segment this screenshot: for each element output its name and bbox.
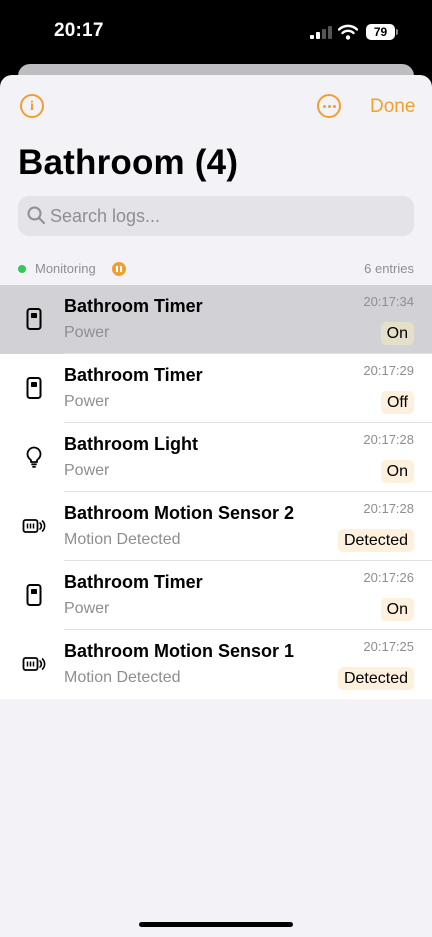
value-badge: On — [380, 322, 414, 345]
timer-switch-icon — [22, 307, 46, 331]
status-bar: 20:17 79 — [0, 0, 432, 62]
info-button[interactable]: i — [20, 94, 44, 118]
value-badge: Detected — [337, 667, 414, 690]
value-badge: Detected — [337, 529, 414, 552]
lightbulb-icon — [22, 445, 46, 469]
search-icon — [27, 206, 45, 224]
log-row[interactable]: Bathroom Timer 20:17:29 Power Off — [0, 354, 432, 423]
log-list: Bathroom Timer 20:17:34 Power On Bathroo… — [0, 285, 432, 699]
monitoring-label: Monitoring — [35, 261, 96, 276]
characteristic-label: Power — [64, 393, 110, 410]
device-name: Bathroom Light — [64, 434, 198, 454]
log-row[interactable]: Bathroom Timer 20:17:26 Power On — [0, 561, 432, 630]
timestamp: 20:17:28 — [363, 432, 414, 447]
page-title: Bathroom (4) — [18, 143, 239, 182]
log-row[interactable]: Bathroom Light 20:17:28 Power On — [0, 423, 432, 492]
device-name: Bathroom Timer — [64, 572, 203, 592]
timer-switch-icon — [22, 583, 46, 607]
value-badge: Off — [380, 391, 414, 414]
done-button[interactable]: Done — [370, 96, 415, 118]
battery-tip — [396, 29, 398, 35]
device-name: Bathroom Motion Sensor 2 — [64, 503, 295, 523]
timestamp: 20:17:34 — [363, 294, 414, 309]
value-badge: On — [380, 598, 414, 621]
entries-count: 6 entries — [364, 261, 414, 276]
cellular-signal-icon — [310, 26, 332, 39]
device-name: Bathroom Motion Sensor 1 — [64, 641, 295, 661]
characteristic-label: Power — [64, 600, 110, 617]
monitoring-status-dot — [18, 265, 26, 273]
motion-sensor-icon — [22, 514, 46, 538]
log-row[interactable]: Bathroom Motion Sensor 1 20:17:25 Motion… — [0, 630, 432, 699]
search-input[interactable] — [50, 196, 400, 236]
timestamp: 20:17:25 — [363, 639, 414, 654]
device-name: Bathroom Timer — [64, 296, 203, 316]
pause-button[interactable] — [112, 262, 126, 276]
battery-icon: 79 — [366, 24, 395, 40]
value-badge: On — [380, 460, 414, 483]
timestamp: 20:17:28 — [363, 501, 414, 516]
motion-sensor-icon — [22, 652, 46, 676]
characteristic-label: Power — [64, 462, 110, 479]
timestamp: 20:17:29 — [363, 363, 414, 378]
more-options-button[interactable] — [317, 94, 341, 118]
timestamp: 20:17:26 — [363, 570, 414, 585]
characteristic-label: Motion Detected — [64, 531, 181, 548]
monitoring-bar: Monitoring 6 entries — [18, 259, 414, 279]
wifi-icon — [338, 24, 358, 40]
characteristic-label: Power — [64, 324, 110, 341]
search-bar[interactable] — [18, 196, 414, 236]
info-icon: i — [30, 99, 34, 114]
status-time: 20:17 — [54, 20, 104, 41]
home-indicator — [139, 922, 293, 927]
device-name: Bathroom Timer — [64, 365, 203, 385]
timer-switch-icon — [22, 376, 46, 400]
log-row[interactable]: Bathroom Motion Sensor 2 20:17:28 Motion… — [0, 492, 432, 561]
characteristic-label: Motion Detected — [64, 669, 181, 686]
log-sheet: i Done Bathroom (4) Monitoring 6 entries… — [0, 75, 432, 937]
log-row[interactable]: Bathroom Timer 20:17:34 Power On — [0, 285, 432, 354]
